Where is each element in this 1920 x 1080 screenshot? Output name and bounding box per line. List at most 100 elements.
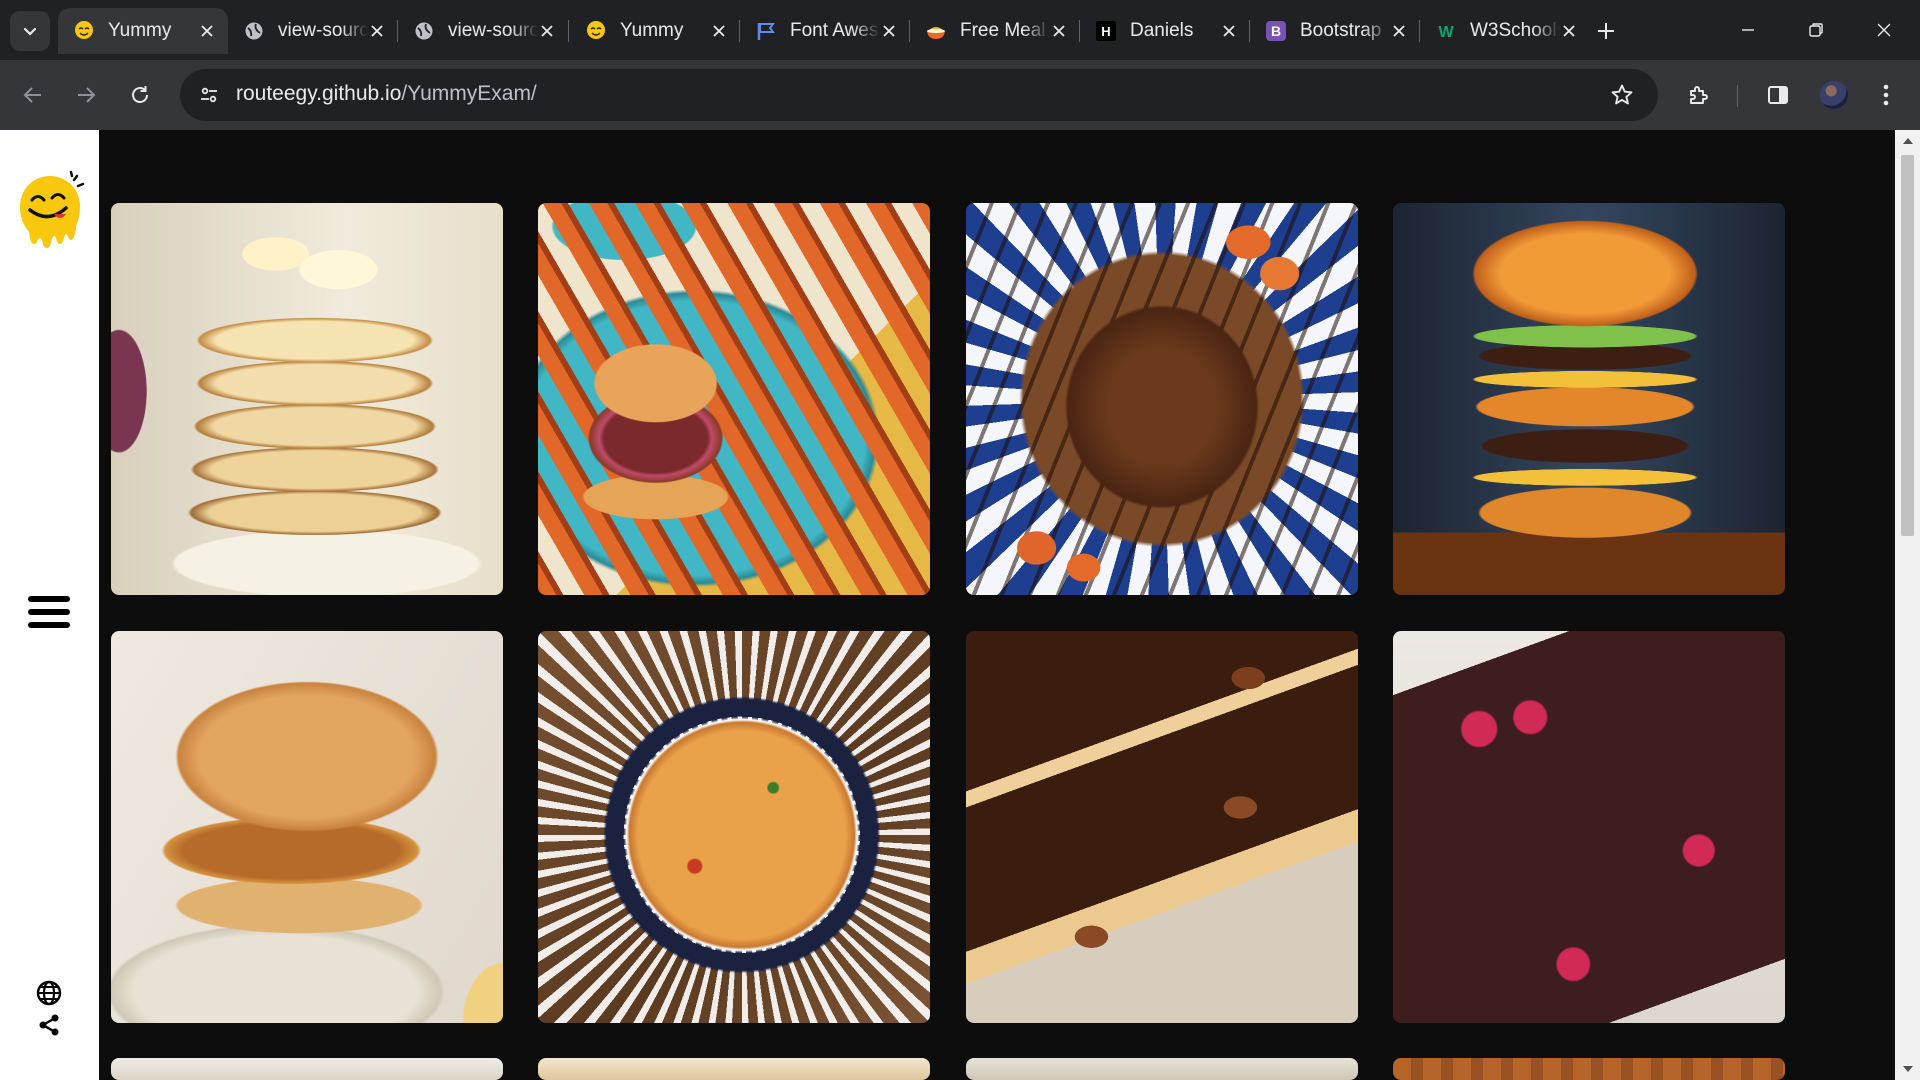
tab-title: Yummy bbox=[108, 20, 172, 41]
tab-free-meal[interactable]: Free Meal bbox=[910, 8, 1080, 54]
site-info-button[interactable] bbox=[192, 79, 226, 111]
tab-view-source-1[interactable]: view-source: bbox=[228, 8, 398, 54]
meal-card-banana-pancakes[interactable] bbox=[111, 203, 503, 595]
tab-bootstrap[interactable]: B Bootstrap bbox=[1250, 8, 1420, 54]
page-viewport bbox=[0, 130, 1920, 1080]
meal-card-sandwich-fries[interactable] bbox=[538, 203, 930, 595]
new-tab-button[interactable] bbox=[1592, 17, 1620, 45]
meal-card[interactable] bbox=[1393, 1058, 1785, 1080]
yummy-favicon bbox=[72, 19, 96, 43]
tab-view-source-2[interactable]: view-source: bbox=[398, 8, 568, 54]
globe-favicon bbox=[412, 19, 436, 43]
arrow-right-icon bbox=[78, 87, 96, 103]
meal-card[interactable] bbox=[111, 1058, 503, 1080]
tab-yummy[interactable]: Yummy bbox=[570, 8, 740, 54]
svg-text:B: B bbox=[1271, 23, 1281, 39]
globe-favicon bbox=[242, 19, 266, 43]
fontawesome-flag-favicon bbox=[754, 19, 778, 43]
tab-yummy-active[interactable]: Yummy bbox=[58, 8, 228, 54]
close-icon[interactable] bbox=[1560, 22, 1578, 40]
globe-icon[interactable] bbox=[35, 980, 63, 1006]
forward-button[interactable] bbox=[68, 77, 104, 113]
close-icon[interactable] bbox=[198, 22, 216, 40]
url-text: routeegy.github.io/YummyExam/ bbox=[236, 82, 537, 106]
tab-title: view-source: bbox=[278, 20, 368, 41]
tab-divider bbox=[568, 20, 569, 42]
reload-button[interactable] bbox=[122, 77, 158, 113]
tab-daniels[interactable]: H Daniels bbox=[1080, 8, 1250, 54]
side-panel-icon bbox=[1768, 86, 1788, 104]
star-icon bbox=[1611, 84, 1633, 105]
minimize-button[interactable] bbox=[1730, 14, 1766, 46]
tab-title: Free Meal bbox=[960, 20, 1046, 41]
tab-title: Daniels bbox=[1130, 20, 1194, 41]
close-window-button[interactable] bbox=[1866, 14, 1902, 46]
tab-title: Bootstrap bbox=[1300, 20, 1382, 41]
close-icon[interactable] bbox=[710, 22, 728, 40]
svg-text:H: H bbox=[1101, 24, 1110, 39]
restore-button[interactable] bbox=[1798, 14, 1834, 46]
side-nav bbox=[0, 130, 99, 1080]
tab-title: W3Schools bbox=[1470, 20, 1560, 41]
tab-font-awesome[interactable]: Font Awesome bbox=[740, 8, 910, 54]
plus-icon bbox=[1598, 23, 1614, 39]
tab-title: Font Awesome bbox=[790, 20, 880, 41]
browser-menu-button[interactable] bbox=[1870, 79, 1902, 111]
tab-strip: Yummy view-source: view-source: Yummy Fo… bbox=[0, 0, 1920, 60]
tab-title: Yummy bbox=[620, 20, 684, 41]
reload-icon bbox=[132, 86, 148, 103]
meal-card-cheeseburger[interactable] bbox=[1393, 203, 1785, 595]
scroll-down-arrow-icon[interactable] bbox=[1903, 1066, 1913, 1072]
close-icon[interactable] bbox=[538, 22, 556, 40]
scroll-up-arrow-icon[interactable] bbox=[1903, 138, 1913, 144]
close-icon[interactable] bbox=[1220, 22, 1238, 40]
menu-bar bbox=[28, 622, 70, 628]
url-path: /YummyExam/ bbox=[401, 82, 537, 105]
share-icon[interactable] bbox=[35, 1012, 63, 1038]
bootstrap-favicon: B bbox=[1264, 19, 1288, 43]
meal-card-chicken-sandwich[interactable] bbox=[111, 631, 503, 1023]
close-icon[interactable] bbox=[1050, 22, 1068, 40]
meal-card-macaroni[interactable] bbox=[538, 631, 930, 1023]
scrollbar-thumb[interactable] bbox=[1901, 155, 1914, 536]
svg-text:W: W bbox=[1438, 24, 1454, 41]
daniels-favicon: H bbox=[1094, 19, 1118, 43]
profile-avatar[interactable] bbox=[1820, 81, 1848, 109]
minimize-icon bbox=[1742, 29, 1754, 31]
close-icon bbox=[1877, 23, 1891, 37]
browser-toolbar: routeegy.github.io/YummyExam/ bbox=[0, 60, 1920, 130]
close-icon[interactable] bbox=[1390, 22, 1408, 40]
hamburger-menu-icon[interactable] bbox=[28, 596, 70, 636]
tab-w3schools[interactable]: W W3Schools bbox=[1420, 8, 1590, 54]
bookmark-button[interactable] bbox=[1608, 81, 1636, 109]
w3schools-favicon: W bbox=[1434, 19, 1458, 43]
restore-icon bbox=[1809, 23, 1823, 37]
back-button[interactable] bbox=[15, 77, 51, 113]
chevron-down-icon bbox=[23, 27, 37, 36]
meal-card-brownies[interactable] bbox=[1393, 631, 1785, 1023]
arrow-left-icon bbox=[23, 87, 41, 103]
meal-card-pecan-pie[interactable] bbox=[966, 631, 1358, 1023]
toolbar-divider bbox=[1737, 85, 1738, 107]
meal-card[interactable] bbox=[538, 1058, 930, 1080]
menu-bar bbox=[28, 609, 70, 615]
address-bar[interactable]: routeegy.github.io/YummyExam/ bbox=[180, 69, 1658, 121]
tab-search-button[interactable] bbox=[10, 11, 50, 51]
url-host: routeegy.github.io bbox=[236, 82, 402, 105]
more-vertical-icon bbox=[1883, 84, 1889, 106]
meal-card[interactable] bbox=[966, 1058, 1358, 1080]
side-nav-footer bbox=[35, 980, 63, 1044]
meal-bowl-favicon bbox=[924, 19, 948, 43]
puzzle-icon bbox=[1690, 86, 1708, 104]
tune-icon bbox=[201, 87, 217, 103]
meal-card-beef-brisket[interactable] bbox=[966, 203, 1358, 595]
yummy-favicon bbox=[584, 19, 608, 43]
yummy-logo-icon[interactable] bbox=[14, 170, 86, 252]
close-icon[interactable] bbox=[880, 22, 898, 40]
side-panel-button[interactable] bbox=[1762, 79, 1794, 111]
page-scrollbar[interactable] bbox=[1895, 130, 1920, 1080]
extensions-button[interactable] bbox=[1683, 79, 1715, 111]
menu-bar bbox=[28, 596, 70, 602]
close-icon[interactable] bbox=[368, 22, 386, 40]
tab-title: view-source: bbox=[448, 20, 538, 41]
